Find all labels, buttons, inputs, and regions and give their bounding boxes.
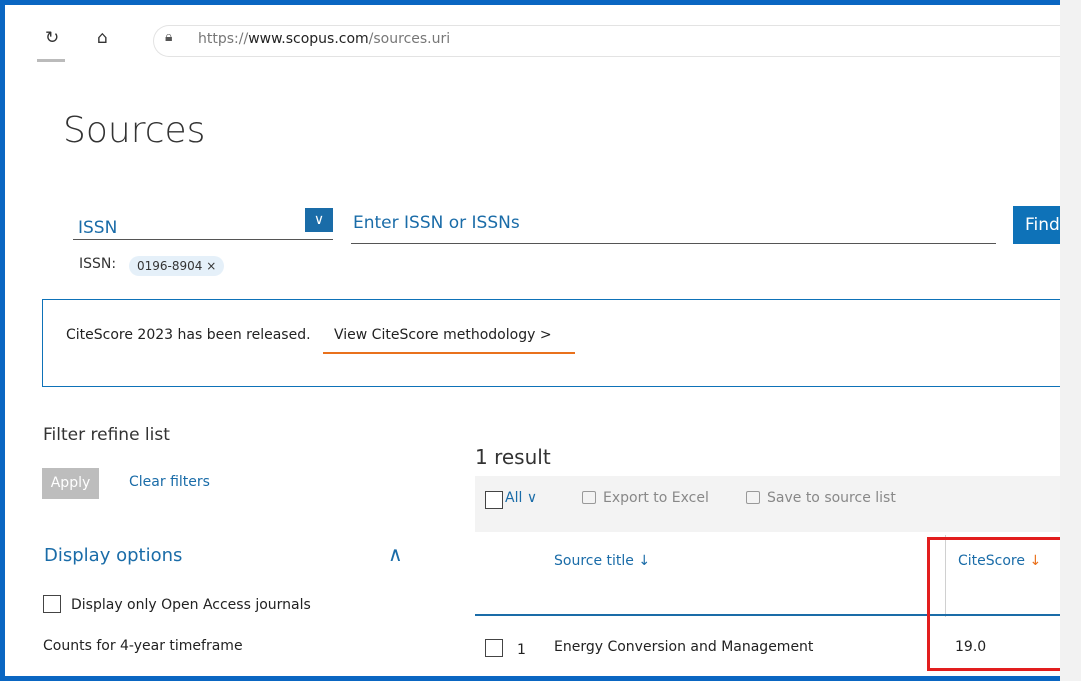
home-icon[interactable]: ⌂: [97, 28, 108, 48]
screenshot-frame: ↻ ⌂ 🔒︎ https://www.scopus.com/sources.ur…: [0, 0, 1081, 681]
scopus-logo-fragment: [37, 59, 65, 62]
row-index: 1: [517, 642, 526, 658]
select-all-label: All: [505, 490, 523, 506]
active-filter-chip[interactable]: 0196-8904 ×: [129, 256, 225, 276]
sort-arrow-icon: ↓: [638, 553, 651, 569]
chevron-down-icon[interactable]: ∨: [305, 208, 333, 232]
open-access-label: Display only Open Access journals: [71, 597, 311, 613]
active-filter-value: 0196-8904: [137, 259, 203, 273]
citescore-banner: [42, 299, 1076, 387]
right-gutter: [1060, 0, 1081, 681]
search-input-underline: [351, 243, 996, 244]
banner-text: CiteScore 2023 has been released.: [66, 327, 311, 343]
select-all-dropdown[interactable]: All ∨: [505, 490, 537, 506]
chevron-down-icon: ∨: [526, 490, 538, 506]
search-type-select-value[interactable]: ISSN: [78, 218, 117, 238]
clear-filters-link[interactable]: Clear filters: [129, 474, 210, 490]
select-all-checkbox[interactable]: [485, 491, 503, 509]
display-options-toggle[interactable]: Display options: [44, 545, 182, 566]
export-excel-button[interactable]: Export to Excel: [582, 490, 709, 506]
radio-fragment[interactable]: [43, 677, 55, 681]
result-count: 1 result: [475, 445, 551, 469]
lock-icon[interactable]: 🔒︎: [165, 29, 172, 45]
open-access-checkbox[interactable]: [43, 595, 61, 613]
methodology-link-underline: [323, 352, 575, 354]
filter-heading: Filter refine list: [43, 425, 170, 445]
remove-filter-icon[interactable]: ×: [206, 259, 216, 273]
save-source-list-label: Save to source list: [767, 490, 896, 506]
export-excel-label: Export to Excel: [603, 490, 709, 506]
column-header-source-title[interactable]: Source title ↓: [554, 553, 650, 569]
search-input[interactable]: Enter ISSN or ISSNs: [353, 213, 520, 233]
chevron-right-icon: >: [539, 327, 552, 343]
highlight-annotation-box: [927, 537, 1073, 671]
methodology-link[interactable]: View CiteScore methodology >: [334, 327, 552, 343]
apply-button[interactable]: Apply: [42, 468, 99, 499]
excel-icon: [582, 491, 596, 504]
reload-icon[interactable]: ↻: [45, 28, 59, 48]
browser-toolbar: ↻ ⌂ 🔒︎ https://www.scopus.com/sources.ur…: [5, 5, 1074, 67]
url-text[interactable]: https://www.scopus.com/sources.uri: [198, 31, 450, 47]
source-title-header-label: Source title: [554, 553, 634, 569]
save-icon: [746, 491, 760, 504]
search-type-underline: [73, 239, 333, 240]
chevron-up-icon[interactable]: ∧: [388, 542, 403, 566]
page-title: Sources: [63, 110, 206, 151]
save-source-list-button[interactable]: Save to source list: [746, 490, 896, 506]
source-title-link[interactable]: Energy Conversion and Management: [554, 639, 813, 655]
counts-timeframe-label: Counts for 4-year timeframe: [43, 638, 243, 654]
methodology-link-label: View CiteScore methodology: [334, 327, 536, 343]
active-filter-label: ISSN:: [79, 256, 117, 272]
row-checkbox[interactable]: [485, 639, 503, 657]
